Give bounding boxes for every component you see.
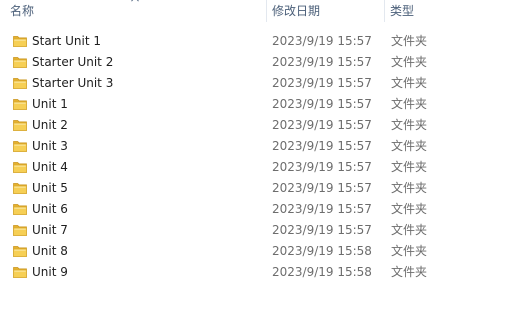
file-list-row[interactable]: Starter Unit 3 2023/9/19 15:57 文件夹 — [0, 73, 508, 94]
folder-icon — [13, 36, 27, 47]
file-list-row[interactable]: Unit 1 2023/9/19 15:57 文件夹 — [0, 94, 508, 115]
file-list-row[interactable]: Unit 7 2023/9/19 15:57 文件夹 — [0, 220, 508, 241]
file-name[interactable]: Unit 7 — [32, 220, 68, 241]
file-name[interactable]: Unit 5 — [32, 178, 68, 199]
file-list-row[interactable]: Unit 6 2023/9/19 15:57 文件夹 — [0, 199, 508, 220]
column-header-type[interactable]: 类型 — [386, 0, 508, 25]
file-list-row[interactable]: Unit 3 2023/9/19 15:57 文件夹 — [0, 136, 508, 157]
folder-icon — [13, 204, 27, 215]
column-divider[interactable] — [384, 0, 385, 22]
file-name[interactable]: Unit 1 — [32, 94, 68, 115]
file-list-row[interactable]: Unit 4 2023/9/19 15:57 文件夹 — [0, 157, 508, 178]
file-name[interactable]: Unit 6 — [32, 199, 68, 220]
file-type: 文件夹 — [391, 118, 428, 132]
folder-icon — [13, 267, 27, 278]
file-list-row[interactable]: Unit 5 2023/9/19 15:57 文件夹 — [0, 178, 508, 199]
file-name[interactable]: Unit 4 — [32, 157, 68, 178]
file-name[interactable]: Unit 2 — [32, 115, 68, 136]
column-header-name[interactable]: 名称 — [6, 0, 266, 25]
file-type: 文件夹 — [391, 181, 428, 195]
folder-icon — [13, 99, 27, 110]
column-header-bar: 名称 修改日期 类型 — [0, 0, 508, 25]
file-name[interactable]: Start Unit 1 — [32, 31, 101, 52]
folder-icon — [13, 141, 27, 152]
file-date-modified: 2023/9/19 15:57 — [272, 55, 372, 69]
file-list-row[interactable]: Start Unit 1 2023/9/19 15:57 文件夹 — [0, 31, 508, 52]
file-type: 文件夹 — [391, 55, 428, 69]
file-date-modified: 2023/9/19 15:57 — [272, 202, 372, 216]
file-list-row[interactable]: Starter Unit 2 2023/9/19 15:57 文件夹 — [0, 52, 508, 73]
file-name[interactable]: Unit 3 — [32, 136, 68, 157]
folder-icon — [13, 246, 27, 257]
column-header-date-modified[interactable]: 修改日期 — [268, 0, 384, 25]
folder-icon — [13, 120, 27, 131]
file-date-modified: 2023/9/19 15:57 — [272, 118, 372, 132]
file-list-row[interactable]: Unit 9 2023/9/19 15:58 文件夹 — [0, 262, 508, 283]
file-list-row[interactable]: Unit 2 2023/9/19 15:57 文件夹 — [0, 115, 508, 136]
file-name[interactable]: Starter Unit 2 — [32, 52, 113, 73]
folder-icon — [13, 162, 27, 173]
file-list-row[interactable]: Unit 8 2023/9/19 15:58 文件夹 — [0, 241, 508, 262]
file-date-modified: 2023/9/19 15:57 — [272, 139, 372, 153]
file-type: 文件夹 — [391, 202, 428, 216]
file-type: 文件夹 — [391, 76, 428, 90]
file-date-modified: 2023/9/19 15:58 — [272, 244, 372, 258]
file-type: 文件夹 — [391, 265, 428, 279]
file-name[interactable]: Unit 9 — [32, 262, 68, 283]
file-date-modified: 2023/9/19 15:57 — [272, 223, 372, 237]
file-date-modified: 2023/9/19 15:58 — [272, 265, 372, 279]
file-type: 文件夹 — [391, 160, 428, 174]
file-date-modified: 2023/9/19 15:57 — [272, 34, 372, 48]
file-name[interactable]: Unit 8 — [32, 241, 68, 262]
folder-icon — [13, 78, 27, 89]
file-date-modified: 2023/9/19 15:57 — [272, 181, 372, 195]
column-divider[interactable] — [266, 0, 267, 22]
file-list: Start Unit 1 2023/9/19 15:57 文件夹 Starter… — [0, 31, 508, 283]
file-date-modified: 2023/9/19 15:57 — [272, 160, 372, 174]
file-type: 文件夹 — [391, 139, 428, 153]
file-type: 文件夹 — [391, 223, 428, 237]
file-type: 文件夹 — [391, 34, 428, 48]
folder-icon — [13, 183, 27, 194]
file-name[interactable]: Starter Unit 3 — [32, 73, 113, 94]
folder-icon — [13, 57, 27, 68]
file-type: 文件夹 — [391, 97, 428, 111]
file-type: 文件夹 — [391, 244, 428, 258]
folder-icon — [13, 225, 27, 236]
file-date-modified: 2023/9/19 15:57 — [272, 76, 372, 90]
file-date-modified: 2023/9/19 15:57 — [272, 97, 372, 111]
